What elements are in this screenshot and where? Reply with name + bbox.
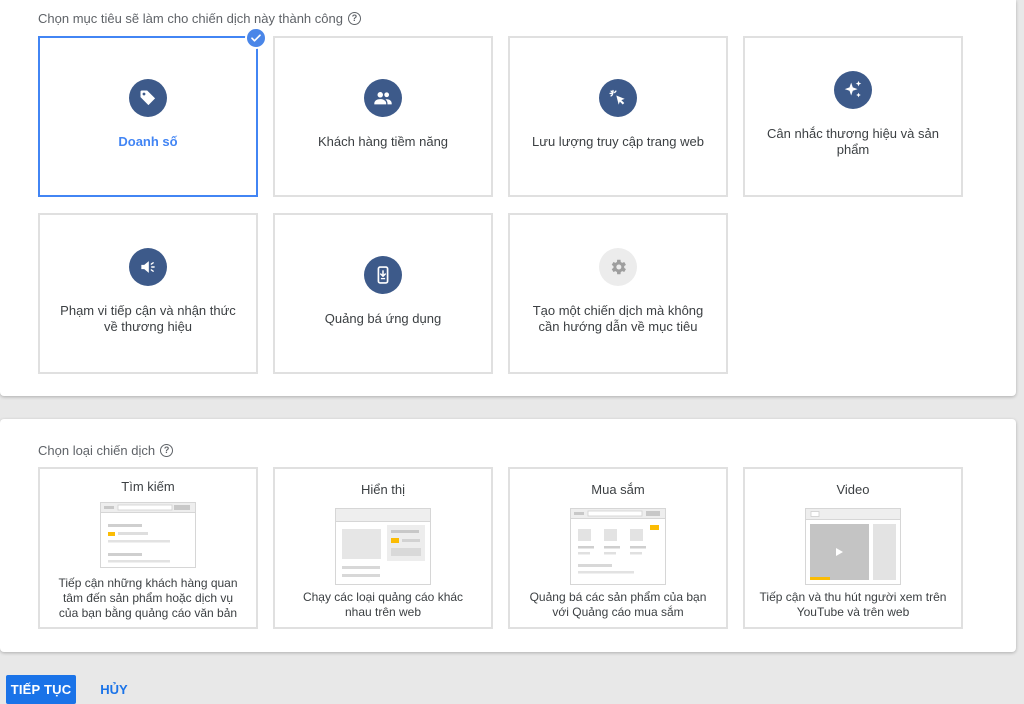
goal-card-reach[interactable]: Phạm vi tiếp cận và nhận thức về thương … [38, 213, 258, 374]
goal-label: Tạo một chiến dịch mà không cần hướng dẫ… [532, 303, 704, 334]
phone-download-icon [364, 256, 402, 294]
type-description: Quảng bá các sản phẩm của bạn với Quảng … [529, 590, 707, 619]
goal-label: Phạm vi tiếp cận và nhận thức về thương … [60, 303, 236, 334]
cursor-click-icon [599, 79, 637, 117]
goal-card-no-guidance[interactable]: Tạo một chiến dịch mà không cần hướng dẫ… [508, 213, 728, 374]
people-icon [364, 79, 402, 117]
campaign-type-video[interactable]: Video Tiếp cận và thu hút người xem trên… [743, 467, 963, 629]
goal-section-title-text: Chọn mục tiêu sẽ làm cho chiến dịch này … [38, 11, 343, 26]
type-description: Chạy các loại quảng cáo khác nhau trên w… [302, 590, 464, 619]
type-description: Tiếp cận những khách hàng quan tâm đến s… [58, 576, 238, 620]
display-illustration-icon [335, 508, 431, 590]
type-title: Video [836, 482, 870, 497]
sparkle-icon [834, 71, 872, 109]
goal-section-title: Chọn mục tiêu sẽ làm cho chiến dịch này … [38, 11, 361, 26]
campaign-type-search[interactable]: Tìm kiếm Tiếp cận những khách hàng quan … [38, 467, 258, 629]
type-section-title: Chọn loại chiến dịch ? [38, 443, 174, 458]
goal-card-leads[interactable]: Khách hàng tiềm năng [273, 36, 493, 197]
goal-label: Quảng bá ứng dụng [324, 311, 442, 326]
type-description: Tiếp cận và thu hút người xem trên YouTu… [759, 590, 947, 619]
cancel-button[interactable]: HỦY [94, 675, 134, 704]
campaign-type-shopping[interactable]: Mua sắm Quảng bá các sản phẩm của bạn vớ… [508, 467, 728, 629]
continue-button[interactable]: TIẾP TỤC [6, 675, 76, 704]
video-illustration-icon [805, 508, 901, 590]
tag-icon [129, 79, 167, 117]
search-illustration-icon [100, 502, 196, 573]
campaign-type-display[interactable]: Hiển thị Chạy các loại quảng cáo khác nh… [273, 467, 493, 629]
goal-card-brand-consideration[interactable]: Cân nhắc thương hiệu và sản phẩm [743, 36, 963, 197]
check-icon [245, 27, 267, 49]
type-title: Hiển thị [360, 482, 406, 497]
gear-icon [599, 248, 637, 286]
type-section-title-text: Chọn loại chiến dịch [38, 443, 156, 458]
megaphone-icon [129, 248, 167, 286]
type-title: Mua sắm [591, 482, 645, 497]
goal-card-sales[interactable]: Doanh số [38, 27, 267, 197]
goal-label: Khách hàng tiềm năng [317, 134, 449, 149]
goal-panel: Chọn mục tiêu sẽ làm cho chiến dịch này … [0, 0, 1016, 396]
goal-label: Doanh số [118, 134, 178, 149]
type-title: Tìm kiếm [121, 479, 175, 494]
help-icon[interactable]: ? [160, 444, 174, 457]
goal-card-app-promotion[interactable]: Quảng bá ứng dụng [273, 213, 493, 374]
shopping-illustration-icon [570, 508, 666, 590]
goal-card-traffic[interactable]: Lưu lượng truy cập trang web [508, 36, 728, 197]
help-icon[interactable]: ? [347, 12, 361, 25]
goal-label: Lưu lượng truy cập trang web [532, 134, 704, 149]
goal-label: Cân nhắc thương hiệu và sản phẩm [767, 126, 939, 157]
